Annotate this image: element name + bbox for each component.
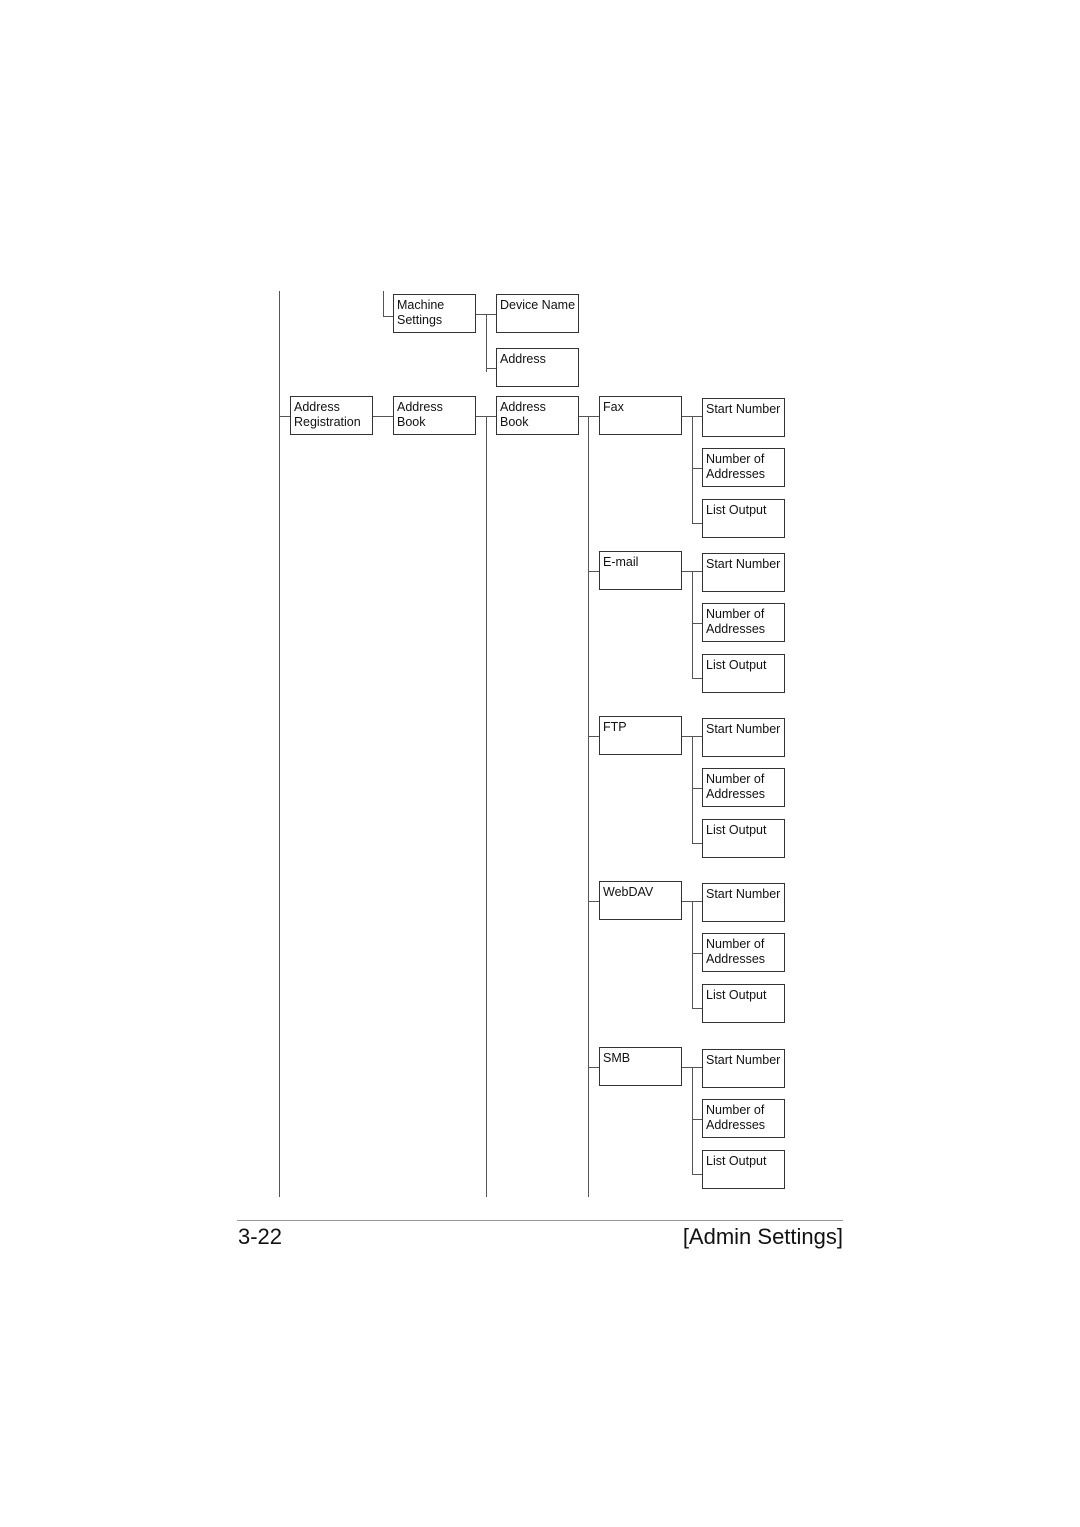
node-smb: SMB bbox=[599, 1047, 682, 1086]
connector-line bbox=[486, 314, 496, 315]
trunk-line bbox=[588, 416, 589, 1197]
connector-line bbox=[692, 468, 702, 469]
footer-rule bbox=[237, 1220, 843, 1221]
connector-line bbox=[692, 901, 693, 1008]
connector-line bbox=[692, 523, 702, 524]
section-title: [Admin Settings] bbox=[682, 1224, 843, 1249]
connector-line bbox=[692, 1174, 702, 1175]
connector-line bbox=[692, 736, 693, 843]
node-smb-number-of-addresses: Number of Addresses bbox=[702, 1099, 785, 1138]
node-ftp-start-number: Start Number bbox=[702, 718, 785, 757]
connector-line bbox=[588, 416, 599, 417]
node-webdav: WebDAV bbox=[599, 881, 682, 920]
connector-line bbox=[692, 843, 702, 844]
node-smb-list-output: List Output bbox=[702, 1150, 785, 1189]
connector-line bbox=[588, 901, 599, 902]
connector-line bbox=[279, 416, 290, 417]
node-e-mail-number-of-addresses: Number of Addresses bbox=[702, 603, 785, 642]
connector-line bbox=[588, 571, 599, 572]
page-number: 3-22 bbox=[238, 1224, 283, 1249]
node-webdav-number-of-addresses: Number of Addresses bbox=[702, 933, 785, 972]
node-ftp: FTP bbox=[599, 716, 682, 755]
connector-line bbox=[476, 314, 486, 315]
node-fax-list-output: List Output bbox=[702, 499, 785, 538]
connector-line bbox=[692, 623, 702, 624]
connector-line bbox=[692, 1008, 702, 1009]
trunk-line bbox=[279, 291, 280, 1197]
trunk-line bbox=[383, 291, 384, 316]
node-address: Address bbox=[496, 348, 579, 387]
node-address-registration: Address Registration bbox=[290, 396, 373, 435]
node-e-mail-start-number: Start Number bbox=[702, 553, 785, 592]
node-address-book: Address Book bbox=[393, 396, 476, 435]
connector-line bbox=[692, 416, 693, 523]
node-smb-start-number: Start Number bbox=[702, 1049, 785, 1088]
node-fax-number-of-addresses: Number of Addresses bbox=[702, 448, 785, 487]
node-ftp-number-of-addresses: Number of Addresses bbox=[702, 768, 785, 807]
node-e-mail-list-output: List Output bbox=[702, 654, 785, 693]
node-fax: Fax bbox=[599, 396, 682, 435]
node-machine-settings: Machine Settings bbox=[393, 294, 476, 333]
node-webdav-list-output: List Output bbox=[702, 984, 785, 1023]
node-fax-start-number: Start Number bbox=[702, 398, 785, 437]
node-ftp-list-output: List Output bbox=[702, 819, 785, 858]
menu-tree-diagram: Machine Settings Device Name Address Addres… bbox=[0, 0, 1080, 1527]
connector-line bbox=[692, 571, 693, 678]
connector-line bbox=[486, 368, 496, 369]
connector-line bbox=[692, 953, 702, 954]
connector-line bbox=[486, 314, 487, 372]
connector-line bbox=[373, 416, 393, 417]
connector-line bbox=[588, 736, 599, 737]
connector-line bbox=[692, 1067, 693, 1174]
connector-line bbox=[588, 1067, 599, 1068]
trunk-line bbox=[486, 416, 487, 1197]
node-webdav-start-number: Start Number bbox=[702, 883, 785, 922]
connector-line bbox=[692, 788, 702, 789]
node-e-mail: E-mail bbox=[599, 551, 682, 590]
node-address-book-sub: Address Book bbox=[496, 396, 579, 435]
connector-line bbox=[692, 678, 702, 679]
connector-line bbox=[692, 1119, 702, 1120]
node-device-name: Device Name bbox=[496, 294, 579, 333]
connector-line bbox=[383, 316, 393, 317]
